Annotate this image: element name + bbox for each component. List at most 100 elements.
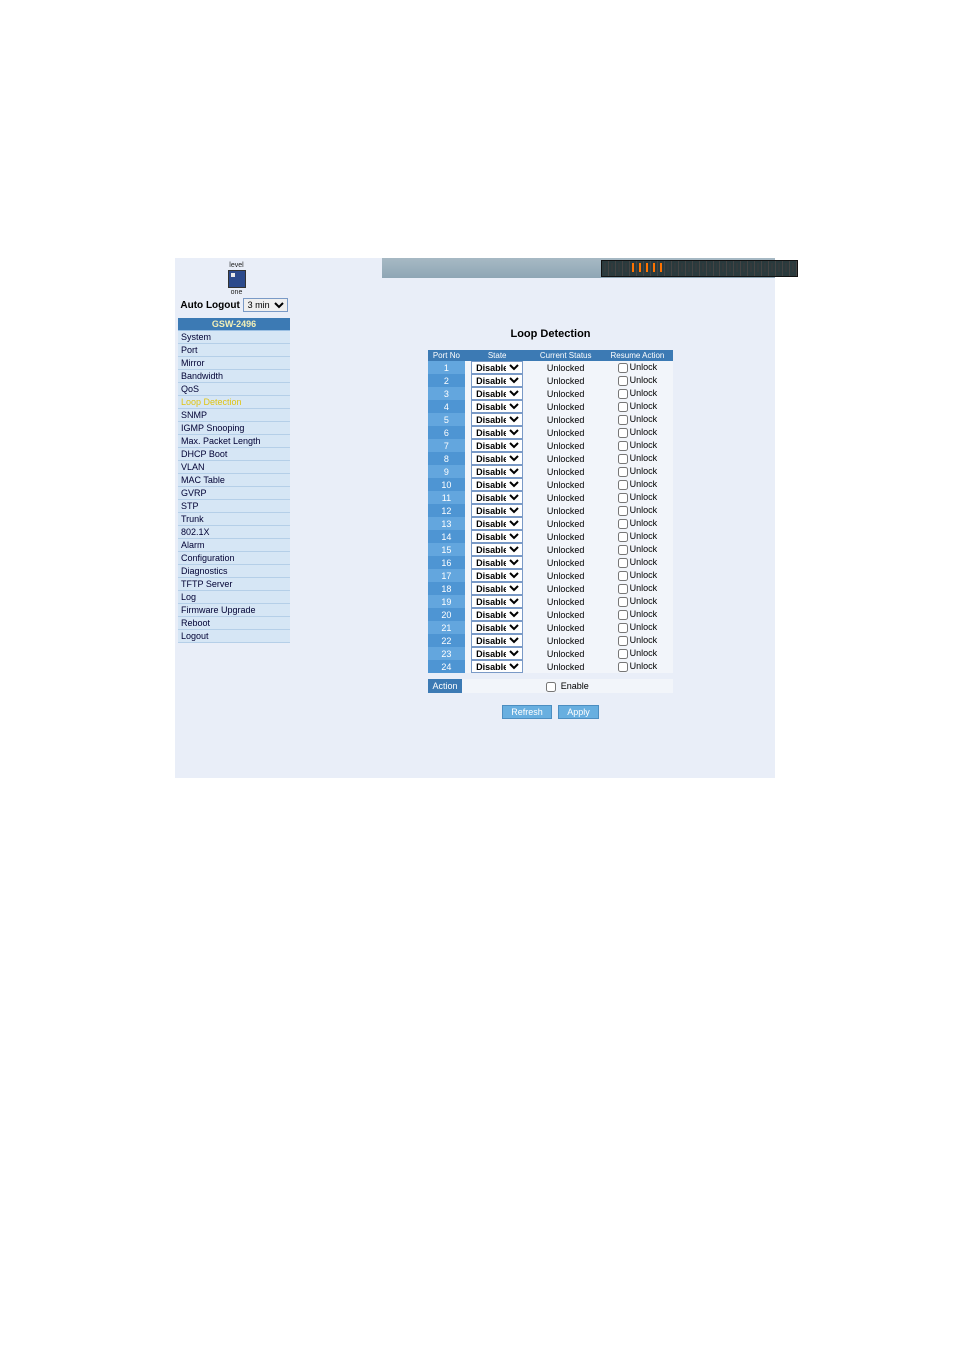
state-select[interactable]: Disable — [471, 634, 523, 647]
port-led-12[interactable] — [679, 261, 686, 276]
state-select[interactable]: Disable — [471, 530, 523, 543]
unlock-checkbox[interactable] — [618, 415, 628, 425]
port-led-18[interactable] — [720, 261, 727, 276]
state-select[interactable]: Disable — [471, 621, 523, 634]
port-led-6[interactable] — [637, 261, 644, 276]
nav-item-configuration[interactable]: Configuration — [178, 552, 290, 565]
state-select[interactable]: Disable — [471, 387, 523, 400]
unlock-checkbox[interactable] — [618, 467, 628, 477]
state-select[interactable]: Disable — [471, 556, 523, 569]
state-select[interactable]: Disable — [471, 517, 523, 530]
nav-item-802-1x[interactable]: 802.1X — [178, 526, 290, 539]
port-led-11[interactable] — [672, 261, 679, 276]
state-select[interactable]: Disable — [471, 504, 523, 517]
state-select[interactable]: Disable — [471, 660, 523, 673]
nav-item-qos[interactable]: QoS — [178, 383, 290, 396]
state-select[interactable]: Disable — [471, 608, 523, 621]
port-led-5[interactable] — [630, 261, 637, 276]
state-select[interactable]: Disable — [471, 413, 523, 426]
unlock-checkbox[interactable] — [618, 402, 628, 412]
unlock-checkbox[interactable] — [618, 480, 628, 490]
state-select[interactable]: Disable — [471, 439, 523, 452]
unlock-checkbox[interactable] — [618, 545, 628, 555]
unlock-checkbox[interactable] — [618, 363, 628, 373]
port-led-9[interactable] — [658, 261, 665, 276]
nav-item-alarm[interactable]: Alarm — [178, 539, 290, 552]
unlock-checkbox[interactable] — [618, 389, 628, 399]
port-led-19[interactable] — [727, 261, 734, 276]
state-select[interactable]: Disable — [471, 569, 523, 582]
state-select[interactable]: Disable — [471, 400, 523, 413]
port-led-24[interactable] — [762, 261, 769, 276]
nav-item-loop-detection[interactable]: Loop Detection — [178, 396, 290, 409]
state-select[interactable]: Disable — [471, 647, 523, 660]
nav-item-firmware-upgrade[interactable]: Firmware Upgrade — [178, 604, 290, 617]
port-led-10[interactable] — [665, 261, 672, 276]
port-led-8[interactable] — [651, 261, 658, 276]
nav-item-diagnostics[interactable]: Diagnostics — [178, 565, 290, 578]
port-led-13[interactable] — [686, 261, 693, 276]
unlock-checkbox[interactable] — [618, 532, 628, 542]
unlock-checkbox[interactable] — [618, 649, 628, 659]
port-led-2[interactable] — [609, 261, 616, 276]
state-select[interactable]: Disable — [471, 582, 523, 595]
unlock-checkbox[interactable] — [618, 597, 628, 607]
port-led-27[interactable] — [783, 261, 790, 276]
port-led-3[interactable] — [616, 261, 623, 276]
state-select[interactable]: Disable — [471, 361, 523, 374]
port-led-21[interactable] — [741, 261, 748, 276]
nav-item-mac-table[interactable]: MAC Table — [178, 474, 290, 487]
state-select[interactable]: Disable — [471, 465, 523, 478]
nav-item-dhcp-boot[interactable]: DHCP Boot — [178, 448, 290, 461]
nav-item-snmp[interactable]: SNMP — [178, 409, 290, 422]
state-select[interactable]: Disable — [471, 478, 523, 491]
unlock-checkbox[interactable] — [618, 584, 628, 594]
unlock-checkbox[interactable] — [618, 610, 628, 620]
nav-item-system[interactable]: System — [178, 331, 290, 344]
nav-item-vlan[interactable]: VLAN — [178, 461, 290, 474]
port-led-28[interactable] — [790, 261, 797, 276]
nav-item-gvrp[interactable]: GVRP — [178, 487, 290, 500]
unlock-checkbox[interactable] — [618, 441, 628, 451]
unlock-checkbox[interactable] — [618, 558, 628, 568]
unlock-checkbox[interactable] — [618, 662, 628, 672]
state-select[interactable]: Disable — [471, 426, 523, 439]
port-led-1[interactable] — [602, 261, 609, 276]
refresh-button[interactable]: Refresh — [502, 705, 552, 719]
nav-item-log[interactable]: Log — [178, 591, 290, 604]
port-led-4[interactable] — [623, 261, 630, 276]
unlock-checkbox[interactable] — [618, 506, 628, 516]
enable-checkbox[interactable] — [546, 682, 556, 692]
nav-item-bandwidth[interactable]: Bandwidth — [178, 370, 290, 383]
state-select[interactable]: Disable — [471, 543, 523, 556]
unlock-checkbox[interactable] — [618, 519, 628, 529]
nav-item-reboot[interactable]: Reboot — [178, 617, 290, 630]
nav-item-trunk[interactable]: Trunk — [178, 513, 290, 526]
unlock-checkbox[interactable] — [618, 571, 628, 581]
port-led-17[interactable] — [714, 261, 721, 276]
nav-item-mirror[interactable]: Mirror — [178, 357, 290, 370]
nav-item-port[interactable]: Port — [178, 344, 290, 357]
nav-item-igmp-snooping[interactable]: IGMP Snooping — [178, 422, 290, 435]
unlock-checkbox[interactable] — [618, 636, 628, 646]
state-select[interactable]: Disable — [471, 595, 523, 608]
port-led-16[interactable] — [707, 261, 714, 276]
nav-item-stp[interactable]: STP — [178, 500, 290, 513]
auto-logout-select[interactable]: 3 min — [243, 298, 288, 312]
state-select[interactable]: Disable — [471, 452, 523, 465]
nav-item-tftp-server[interactable]: TFTP Server — [178, 578, 290, 591]
port-led-20[interactable] — [734, 261, 741, 276]
state-select[interactable]: Disable — [471, 374, 523, 387]
apply-button[interactable]: Apply — [558, 705, 599, 719]
port-led-15[interactable] — [700, 261, 707, 276]
unlock-checkbox[interactable] — [618, 428, 628, 438]
unlock-checkbox[interactable] — [618, 454, 628, 464]
port-led-25[interactable] — [769, 261, 776, 276]
nav-item-max-packet-length[interactable]: Max. Packet Length — [178, 435, 290, 448]
unlock-checkbox[interactable] — [618, 493, 628, 503]
port-led-26[interactable] — [776, 261, 783, 276]
unlock-checkbox[interactable] — [618, 376, 628, 386]
port-led-22[interactable] — [748, 261, 755, 276]
port-led-23[interactable] — [755, 261, 762, 276]
nav-item-logout[interactable]: Logout — [178, 630, 290, 643]
